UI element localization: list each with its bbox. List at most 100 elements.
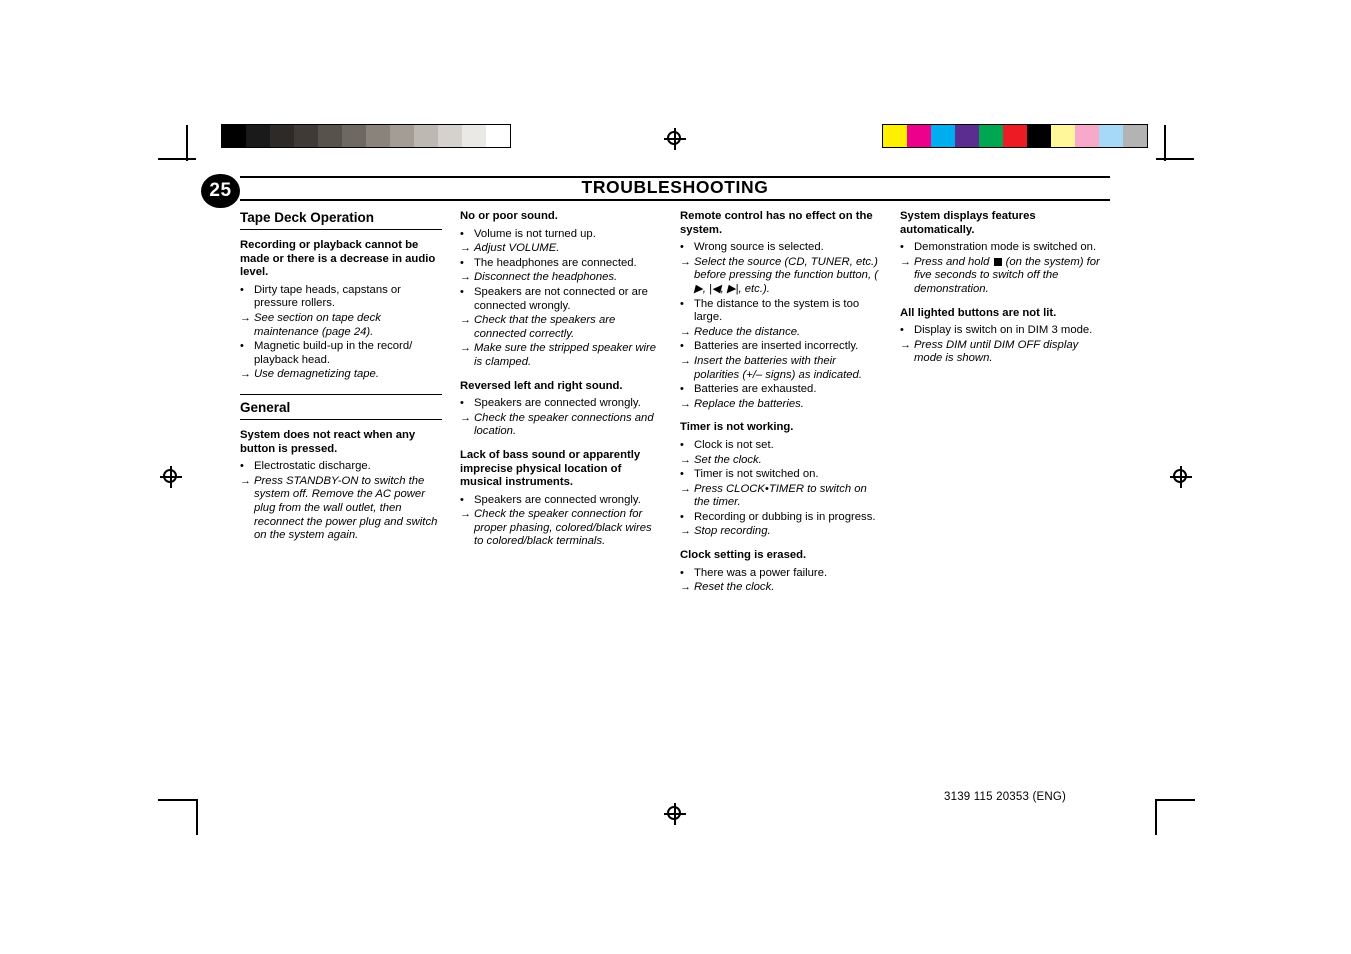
problem-heading: Timer is not working. bbox=[680, 421, 794, 434]
color-swatch bbox=[955, 125, 979, 147]
arrow-icon: → bbox=[240, 311, 251, 324]
bullet-icon: • bbox=[460, 256, 464, 269]
bullet-icon: • bbox=[460, 285, 464, 298]
solution-item: → Reset the clock. bbox=[680, 581, 882, 595]
cause-solution-list: • Speakers are connected wrongly. → Check t… bbox=[460, 494, 662, 549]
solution-item: → Press CLOCK•TIMER to switch on the time… bbox=[680, 483, 882, 510]
problem-heading: System does not react when any button is… bbox=[240, 428, 416, 455]
item-text: Adjust VOLUME. bbox=[474, 242, 560, 255]
arrow-icon: → bbox=[900, 255, 911, 268]
bullet-icon: • bbox=[240, 460, 244, 473]
item-text: The distance to the system is too large. bbox=[694, 297, 860, 324]
troubleshooting-entry: No or poor sound. • Volume is not turned u… bbox=[460, 210, 662, 370]
bullet-icon: • bbox=[460, 227, 464, 240]
color-swatch bbox=[1099, 125, 1123, 147]
bullet-icon: • bbox=[460, 493, 464, 506]
bullet-icon: • bbox=[460, 397, 464, 410]
color-swatch bbox=[1003, 125, 1027, 147]
item-text: The headphones are connected. bbox=[474, 256, 637, 269]
cause-item: • Speakers are connected wrongly. bbox=[460, 397, 662, 411]
color-swatch bbox=[414, 125, 438, 147]
bullet-icon: • bbox=[680, 383, 684, 396]
solution-item: → Adjust VOLUME. bbox=[460, 242, 662, 256]
registration-mark-bottom-center bbox=[664, 803, 686, 825]
item-text: Insert the batteries with their polariti… bbox=[694, 354, 862, 381]
cause-solution-list: • Display is switch on in DIM 3 mode. → Pre… bbox=[900, 324, 1102, 366]
color-swatch bbox=[1051, 125, 1075, 147]
color-swatch bbox=[342, 125, 366, 147]
solution-item: → Stop recording. bbox=[680, 525, 882, 539]
content-column: System displays features automatically. •… bbox=[900, 210, 1120, 605]
arrow-icon: → bbox=[680, 482, 691, 495]
color-swatch bbox=[246, 125, 270, 147]
item-text: Volume is not turned up. bbox=[474, 227, 596, 240]
item-text: Batteries are inserted incorrectly. bbox=[694, 340, 859, 353]
section-heading: General bbox=[240, 399, 291, 415]
problem-heading: Reversed left and right sound. bbox=[460, 379, 623, 392]
item-text: Reduce the distance. bbox=[694, 325, 801, 338]
troubleshooting-entry: System displays features automatically. •… bbox=[900, 210, 1102, 297]
crop-mark-top-right-vertical bbox=[1164, 125, 1166, 161]
arrow-icon: → bbox=[460, 508, 471, 521]
cause-item: • Display is switch on in DIM 3 mode. bbox=[900, 324, 1102, 338]
cause-item: • Batteries are exhausted. bbox=[680, 383, 882, 397]
cause-item: • Batteries are inserted incorrectly. bbox=[680, 340, 882, 354]
item-text: Set the clock. bbox=[694, 453, 762, 466]
item-text: Electrostatic discharge. bbox=[254, 460, 371, 473]
item-text: Speakers are connected wrongly. bbox=[474, 493, 641, 506]
cause-item: • Dirty tape heads, capstans or pressure … bbox=[240, 284, 442, 311]
arrow-icon: → bbox=[460, 242, 471, 255]
section-rule bbox=[240, 229, 442, 230]
content-column: No or poor sound. • Volume is not turned u… bbox=[460, 210, 680, 605]
arrow-icon: → bbox=[460, 411, 471, 424]
item-text: Check that the speakers are connected co… bbox=[474, 314, 616, 340]
content-column: Remote control has no effect on the syst… bbox=[680, 210, 900, 605]
item-text: Dirty tape heads, capstans or pressure r… bbox=[254, 283, 401, 310]
bullet-icon: • bbox=[680, 297, 684, 310]
color-swatch bbox=[1075, 125, 1099, 147]
item-text: Demonstration mode is switched on. bbox=[914, 241, 1097, 254]
cause-item: • Wrong source is selected. bbox=[680, 241, 882, 255]
item-text: Wrong source is selected. bbox=[694, 241, 824, 254]
item-text: Select the source (CD, TUNER, etc.) befo… bbox=[694, 255, 879, 295]
arrow-icon: → bbox=[900, 338, 911, 351]
cause-solution-list: • Demonstration mode is switched on. → Pres… bbox=[900, 241, 1102, 296]
arrow-icon: → bbox=[680, 255, 691, 268]
cause-solution-list: • Clock is not set. → Set the clock. • Timer … bbox=[680, 439, 882, 539]
problem-heading: Remote control has no effect on the syst… bbox=[680, 210, 873, 236]
item-text: Use demagnetizing tape. bbox=[254, 368, 379, 381]
arrow-icon: → bbox=[680, 354, 691, 367]
solution-item: → Use demagnetizing tape. bbox=[240, 368, 442, 382]
bullet-icon: • bbox=[240, 283, 244, 296]
color-swatch bbox=[486, 125, 510, 147]
color-swatch bbox=[931, 125, 955, 147]
solution-item: → Replace the batteries. bbox=[680, 398, 882, 412]
cause-item: • Speakers are connected wrongly. bbox=[460, 494, 662, 508]
item-text: See section on tape deck maintenance (pa… bbox=[254, 311, 381, 338]
arrow-icon: → bbox=[680, 525, 691, 538]
registration-mark-top-center bbox=[664, 128, 686, 150]
bullet-icon: • bbox=[680, 241, 684, 254]
color-swatch bbox=[462, 125, 486, 147]
item-text: Recording or dubbing is in progress. bbox=[694, 510, 876, 523]
registration-mark-left-center bbox=[160, 466, 182, 488]
bullet-icon: • bbox=[680, 340, 684, 353]
item-text: Make sure the stripped speaker wire is c… bbox=[474, 342, 657, 368]
section-rule bbox=[240, 418, 442, 420]
item-text: Stop recording. bbox=[694, 525, 771, 538]
color-swatch bbox=[438, 125, 462, 147]
item-text: Magnetic build-up in the record/ playbac… bbox=[254, 340, 413, 366]
arrow-icon: → bbox=[240, 368, 251, 381]
color-swatch bbox=[318, 125, 342, 147]
solution-item: → Set the clock. bbox=[680, 454, 882, 468]
cause-item: • There was a power failure. bbox=[680, 567, 882, 581]
cause-item: • Clock is not set. bbox=[680, 439, 882, 453]
color-calibration-bar bbox=[882, 124, 1148, 148]
title-rule-bottom bbox=[240, 199, 1110, 201]
cause-solution-list: • Volume is not turned up. → Adjust VOLUME.… bbox=[460, 228, 662, 370]
cause-item: • Recording or dubbing is in progress. bbox=[680, 511, 882, 525]
cause-solution-list: • Dirty tape heads, capstans or pressure … bbox=[240, 284, 442, 382]
section-heading: Tape Deck Operation bbox=[240, 210, 375, 225]
problem-heading: All lighted buttons are not lit. bbox=[900, 306, 1057, 319]
color-swatch bbox=[907, 125, 931, 147]
